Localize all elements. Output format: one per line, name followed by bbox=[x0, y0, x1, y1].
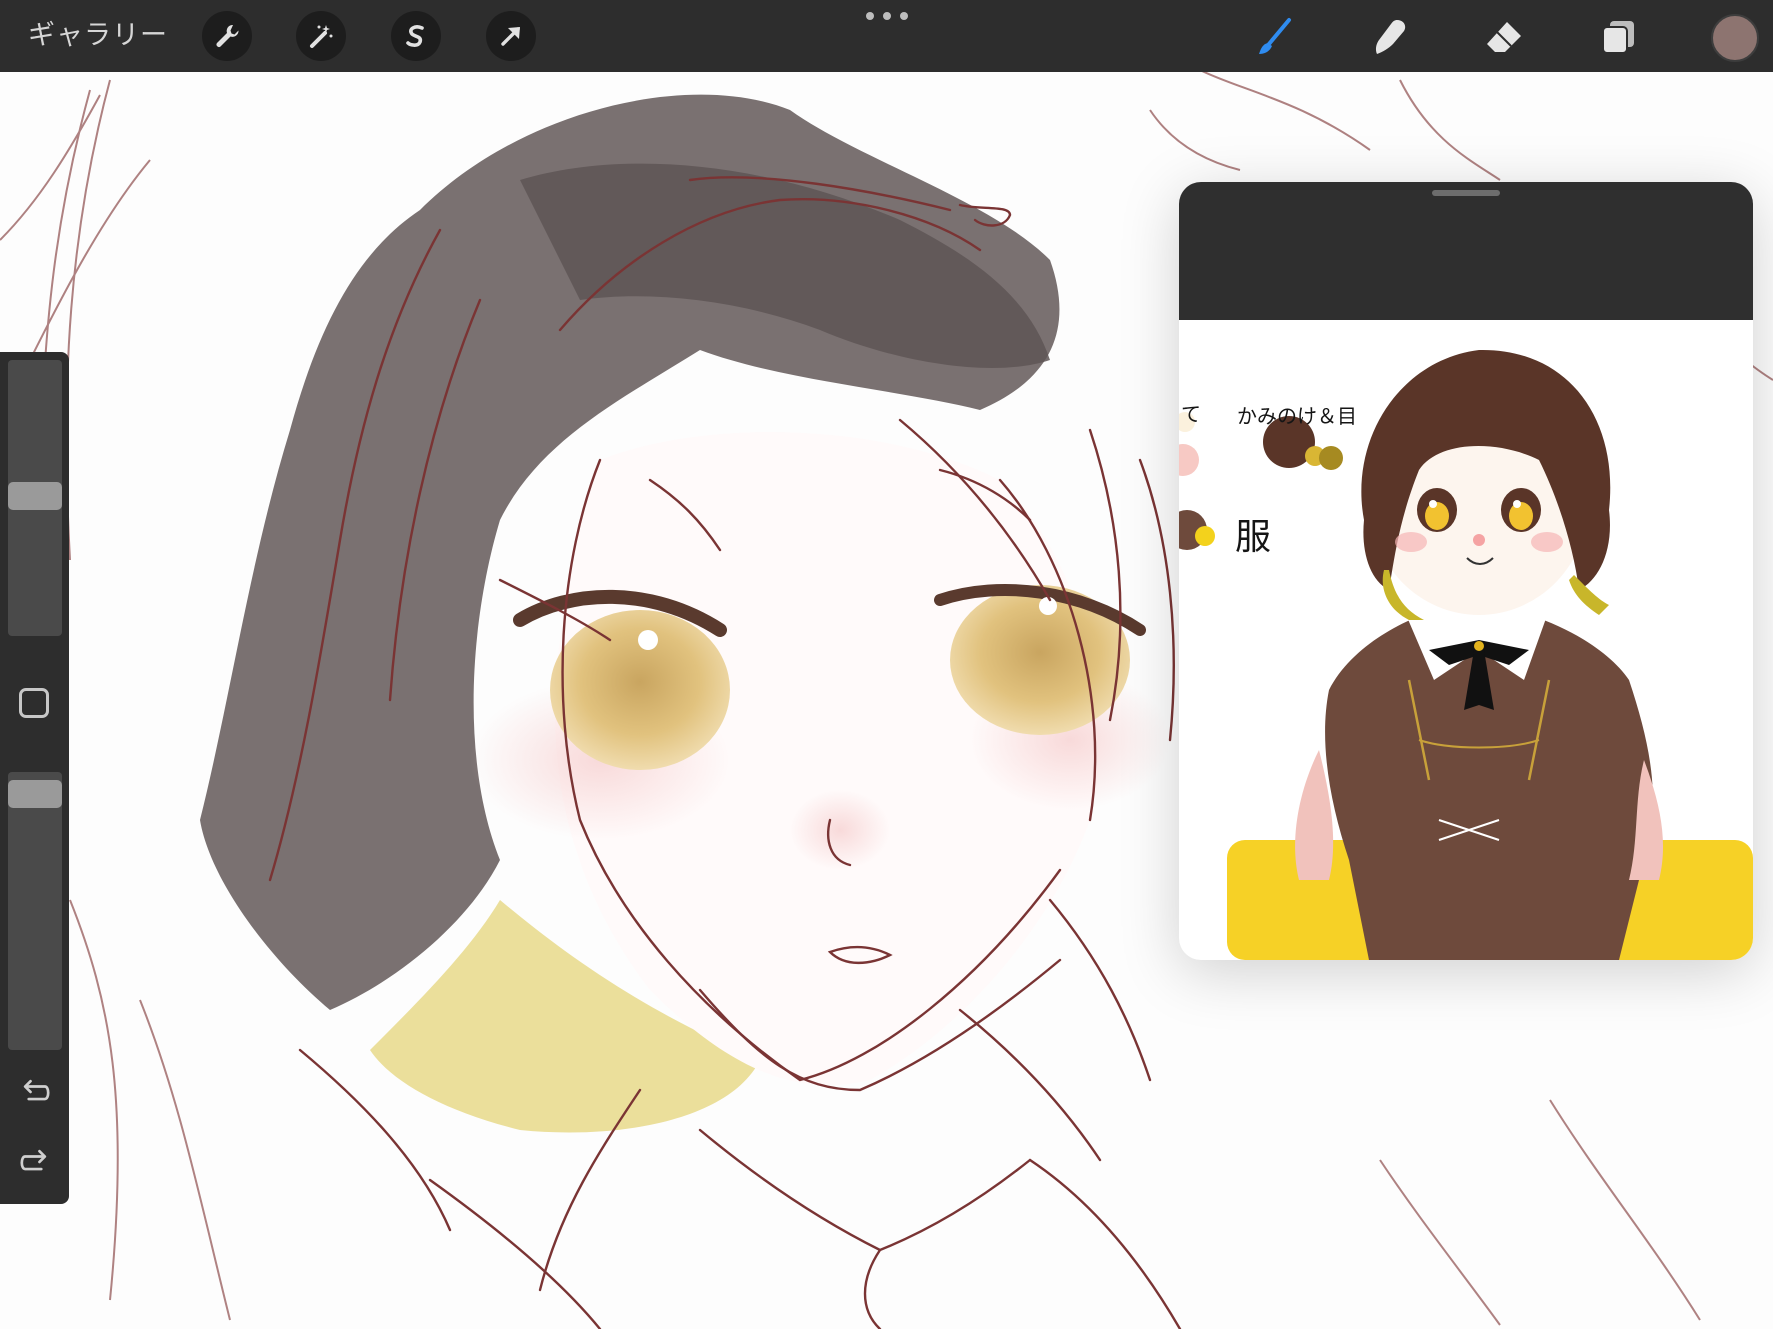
actions-button[interactable] bbox=[202, 11, 252, 61]
smudge-finger-icon bbox=[1375, 20, 1406, 54]
drag-handle[interactable] bbox=[1432, 190, 1500, 196]
brush-size-slider[interactable] bbox=[8, 360, 62, 636]
magic-wand-icon bbox=[310, 25, 333, 48]
ellipsis-icon[interactable] bbox=[866, 8, 908, 24]
eraser-tool-button[interactable] bbox=[1479, 12, 1529, 62]
redo-icon[interactable] bbox=[16, 1142, 54, 1180]
gallery-button[interactable]: ギャラリー bbox=[28, 17, 168, 55]
square-modify-icon[interactable] bbox=[19, 688, 49, 718]
brush-icon bbox=[1259, 18, 1291, 54]
partial-label: て bbox=[1181, 402, 1201, 426]
top-toolbar: ギャラリー bbox=[0, 0, 1773, 72]
selection-button[interactable] bbox=[391, 11, 441, 61]
wrench-icon bbox=[216, 24, 239, 47]
clothes-label: 服 bbox=[1235, 517, 1272, 558]
color-picker-button[interactable] bbox=[1711, 14, 1759, 62]
reference-window[interactable]: て かみのけ＆目 服 bbox=[1179, 182, 1753, 960]
eraser-icon bbox=[1487, 22, 1521, 52]
transform-button[interactable] bbox=[486, 11, 536, 61]
layers-icon bbox=[1602, 21, 1634, 54]
reference-image: て かみのけ＆目 服 bbox=[1179, 320, 1753, 960]
hair-eyes-label: かみのけ＆目 bbox=[1237, 404, 1357, 428]
undo-icon[interactable] bbox=[16, 1072, 54, 1110]
procreate-app: ギャラリー て かみのけ＆目 服 bbox=[0, 0, 1773, 1329]
opacity-slider[interactable] bbox=[8, 772, 62, 1050]
left-sidebar bbox=[0, 352, 69, 1204]
reference-window-header[interactable] bbox=[1179, 182, 1753, 320]
layers-button[interactable] bbox=[1593, 12, 1643, 62]
brush-size-knob[interactable] bbox=[8, 482, 62, 510]
adjustments-button[interactable] bbox=[296, 11, 346, 61]
arrow-cursor-icon bbox=[501, 27, 520, 46]
selection-s-icon bbox=[406, 25, 424, 47]
brush-tool-button[interactable] bbox=[1249, 12, 1299, 62]
smudge-tool-button[interactable] bbox=[1365, 12, 1415, 62]
opacity-knob[interactable] bbox=[8, 780, 62, 808]
skin-swatch bbox=[1179, 444, 1199, 476]
